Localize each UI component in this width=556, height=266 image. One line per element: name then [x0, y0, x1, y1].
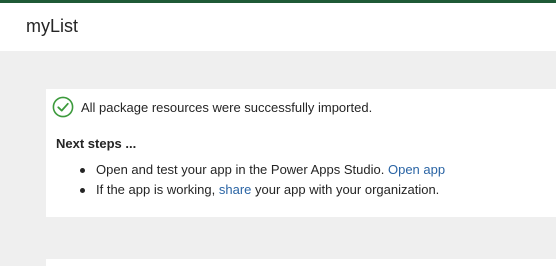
step-text: Open and test your app in the Power Apps…: [96, 162, 385, 177]
step-text-before: If the app is working,: [96, 182, 216, 197]
success-message-row: All package resources were successfully …: [52, 96, 372, 118]
list-item: If the app is working, share your app wi…: [56, 180, 445, 200]
check-circle-icon: [52, 96, 74, 118]
success-message: All package resources were successfully …: [81, 99, 373, 115]
next-steps-list: Open and test your app in the Power Apps…: [56, 160, 445, 200]
next-steps-heading: Next steps ...: [56, 136, 137, 151]
page-title: myList: [26, 16, 79, 36]
list-item: Open and test your app in the Power Apps…: [56, 160, 445, 180]
open-app-link[interactable]: Open app: [388, 162, 445, 177]
share-link[interactable]: share: [219, 182, 252, 197]
page-header: myList: [0, 3, 556, 51]
step-text-after: your app with your organization.: [255, 182, 440, 197]
secondary-card: [46, 259, 556, 266]
import-result-card: All package resources were successfully …: [46, 89, 556, 217]
